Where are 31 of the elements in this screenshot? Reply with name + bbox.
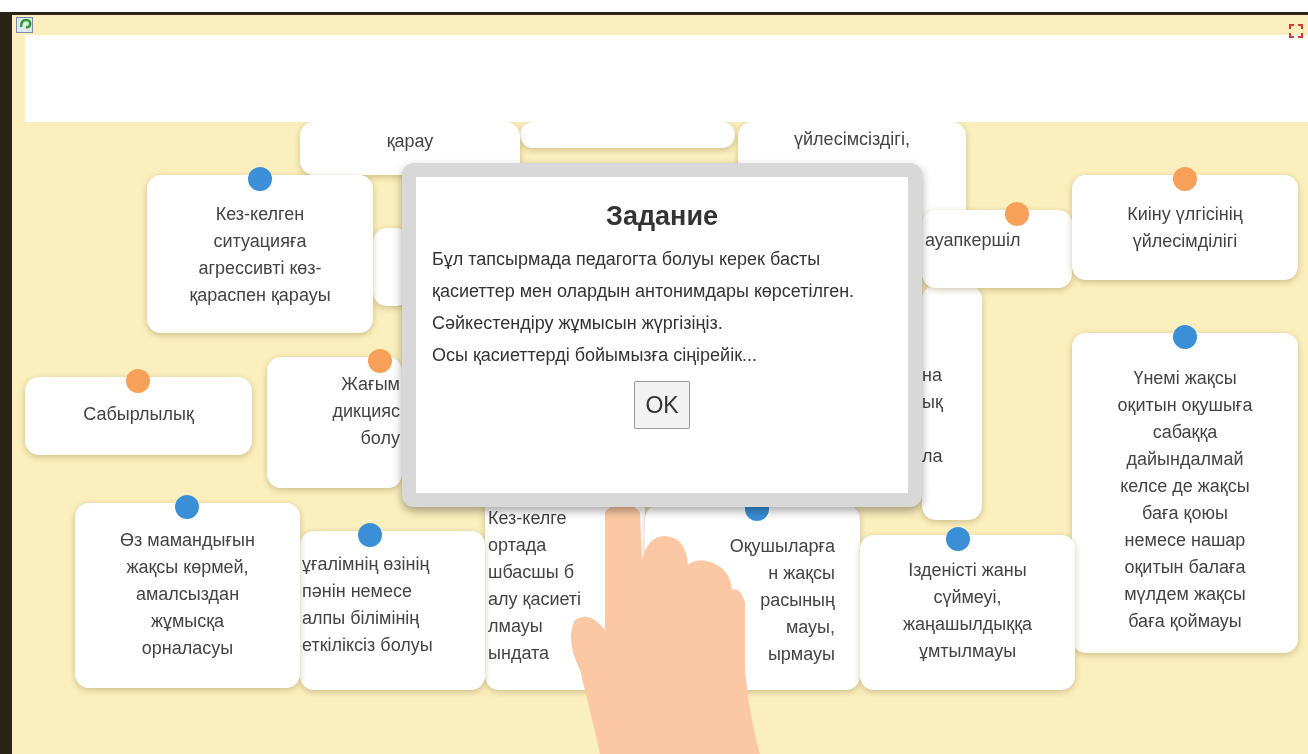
card-text: қарау xyxy=(385,130,435,153)
card-text: Ізденісті жаны сүймеуі, жаңашылдыққа ұмтылмауы xyxy=(901,559,1034,663)
card[interactable]: на ық ла xyxy=(922,285,982,520)
app-icon[interactable] xyxy=(16,17,34,34)
card-text: Үнемі жақсы оқитын оқушыға сабаққа дайындалмай келсе де жақсы баға қоюы немесе нашар оқитын балаға мүлдем жақсы баға қоймауы xyxy=(1116,367,1254,633)
card[interactable]: Жағым дикцияс болу xyxy=(267,357,402,488)
card[interactable]: Кез-келген ситуацияға агрессивті көз- қараспен қарауы xyxy=(147,175,373,333)
card-text: Сабырлылық xyxy=(82,403,195,426)
card[interactable]: Сабырлылық xyxy=(25,377,252,455)
card-text: Жағым дикцияс болу xyxy=(331,373,400,450)
dialog-text: Бұл тапсырмада педагогта болуы керек басты қасиеттер мен олардын антонимдары көрсетілген. xyxy=(432,248,856,303)
card-text: Киіну үлгісінің үйлесімділігі xyxy=(1126,203,1244,253)
dialog-text: Осы қасиеттерді бойымызға сіңірейік... xyxy=(432,344,759,367)
card[interactable]: ауапкершіл xyxy=(922,210,1072,288)
card[interactable]: ұғалімнің өзінің пәнін немесе алпы білімінің еткіліксіз болуы xyxy=(300,531,485,690)
card-text: Кез-келген ситуацияға агрессивті көз- қараспен қарауы xyxy=(188,203,332,307)
card[interactable]: Үнемі жақсы оқитын оқушыға сабаққа дайындалмай келсе де жақсы баға қоюы немесе нашар оқитын балаға мүлдем жақсы баға қоймауы xyxy=(1072,333,1298,653)
card-text: ауапкершіл xyxy=(925,229,1022,252)
card[interactable]: Өз мамандығын жақсы көрмей, амалсыздан жұмысқа орналасуы xyxy=(75,503,300,688)
fullscreen-icon[interactable] xyxy=(1289,24,1303,38)
ok-button[interactable]: OK xyxy=(634,381,690,429)
card-text: үйлесімсіздігі, xyxy=(793,128,911,151)
dialog-title: Задание xyxy=(605,200,719,233)
card-text: Кез-келге ортада шбасшы б алу қасиеті лмауы ындата xyxy=(488,507,583,665)
card[interactable]: Ізденісті жаны сүймеуі, жаңашылдыққа ұмтылмауы xyxy=(860,535,1075,690)
card-text: Өз мамандығын жақсы көрмей, амалсыздан жұмысқа орналасуы xyxy=(119,529,256,660)
card[interactable]: Киіну үлгісінің үйлесімділігі xyxy=(1072,175,1298,280)
dialog-text: Сәйкестендіру жұмысын жүргізіңіз. xyxy=(432,312,724,335)
card-text: Оқушыларға н жақсы расының мауы, ырмауы xyxy=(728,535,835,666)
card-text: на ық ла xyxy=(922,364,944,468)
card-text: ұғалімнің өзінің пәнін немесе алпы білімінің еткіліксіз болуы xyxy=(302,553,434,657)
